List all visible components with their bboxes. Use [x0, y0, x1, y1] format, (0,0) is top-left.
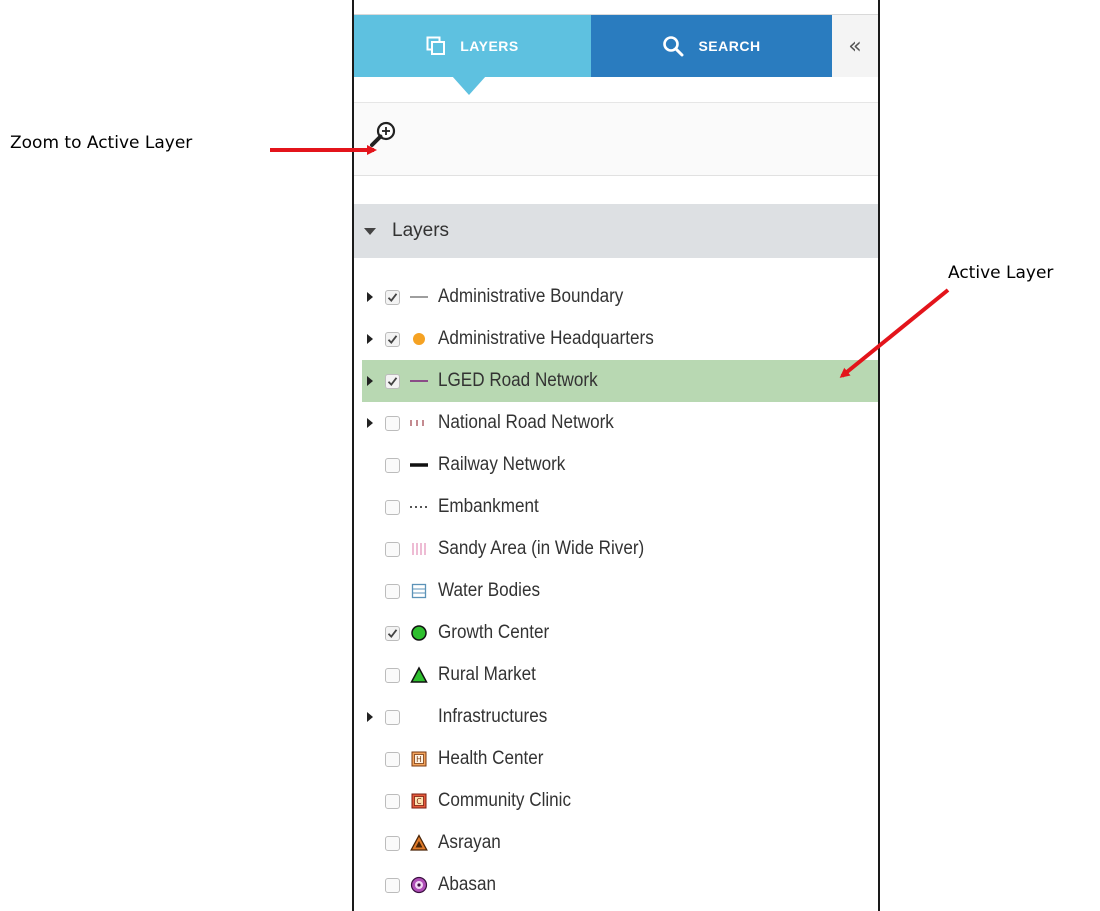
- symbol-spacer: [406, 696, 432, 738]
- layer-label: Sandy Area (in Wide River): [438, 538, 645, 559]
- layers-section-header[interactable]: Layers: [354, 204, 878, 258]
- layer-checkbox[interactable]: [385, 457, 400, 473]
- search-icon: [662, 35, 684, 57]
- layer-label: Health Center: [438, 748, 544, 769]
- layer-label: National Road Network: [438, 412, 614, 433]
- tab-layers-label: LAYERS: [460, 38, 519, 54]
- pink-hatch-icon: [406, 528, 432, 570]
- layer-list: Administrative Boundary Administrative He…: [354, 276, 878, 906]
- layer-toolbar: [354, 102, 878, 176]
- layer-checkbox[interactable]: [385, 877, 400, 893]
- expand-arrow-icon[interactable]: [354, 276, 380, 318]
- expander-spacer: [354, 570, 380, 612]
- tab-search[interactable]: SEARCH: [591, 15, 832, 77]
- layer-checkbox[interactable]: [385, 667, 400, 683]
- expander-spacer: [354, 654, 380, 696]
- layer-checkbox[interactable]: [385, 835, 400, 851]
- layer-label: Water Bodies: [438, 580, 541, 601]
- layer-row[interactable]: H Health Center: [354, 738, 878, 780]
- expander-spacer: [354, 780, 380, 822]
- active-layer-annotation-label: Active Layer: [948, 263, 1054, 283]
- tab-bar: LAYERS SEARCH «: [354, 14, 878, 77]
- expander-spacer: [354, 822, 380, 864]
- expander-spacer: [354, 444, 380, 486]
- layer-label: Infrastructures: [438, 706, 548, 727]
- layer-row[interactable]: Embankment: [354, 486, 878, 528]
- dotted-line-icon: [406, 486, 432, 528]
- layer-label: LGED Road Network: [438, 370, 598, 391]
- gray-line-icon: [406, 276, 432, 318]
- expand-arrow-icon[interactable]: [354, 360, 380, 402]
- green-triangle-icon: [406, 654, 432, 696]
- layer-label: Administrative Boundary: [438, 286, 624, 307]
- tab-search-label: SEARCH: [698, 38, 761, 54]
- collapse-panel-button[interactable]: «: [832, 15, 878, 77]
- layer-checkbox[interactable]: [385, 709, 400, 725]
- layer-row[interactable]: Abasan: [354, 864, 878, 906]
- layer-checkbox[interactable]: [385, 793, 400, 809]
- layer-label: Railway Network: [438, 454, 566, 475]
- dashed-line-icon: [406, 402, 432, 444]
- layers-icon: [426, 36, 446, 56]
- purple-line-icon: [406, 360, 432, 402]
- expander-spacer: [354, 738, 380, 780]
- layer-panel: LAYERS SEARCH « Layers Administrative Bo…: [352, 0, 880, 911]
- expander-spacer: [354, 528, 380, 570]
- svg-text:C: C: [416, 797, 421, 806]
- layer-checkbox[interactable]: [385, 625, 400, 641]
- layer-row[interactable]: Water Bodies: [354, 570, 878, 612]
- svg-text:H: H: [416, 755, 422, 764]
- layer-checkbox[interactable]: [385, 499, 400, 515]
- layer-checkbox[interactable]: [385, 751, 400, 767]
- zoom-to-active-layer-button[interactable]: [364, 117, 400, 153]
- active-tab-pointer: [452, 76, 486, 95]
- abasan-circle-icon: [406, 864, 432, 906]
- expander-spacer: [354, 612, 380, 654]
- green-circle-icon: [406, 612, 432, 654]
- asrayan-triangle-icon: [406, 822, 432, 864]
- layer-checkbox[interactable]: [385, 415, 400, 431]
- layer-row[interactable]: Administrative Headquarters: [354, 318, 878, 360]
- layer-checkbox[interactable]: [385, 373, 400, 389]
- zoom-in-icon: [370, 121, 396, 147]
- orange-dot-icon: [406, 318, 432, 360]
- expander-spacer: [354, 486, 380, 528]
- layer-label: Rural Market: [438, 664, 536, 685]
- tab-layers[interactable]: LAYERS: [354, 15, 591, 77]
- expand-arrow-icon[interactable]: [354, 696, 380, 738]
- layer-row[interactable]: Rural Market: [354, 654, 878, 696]
- water-box-icon: [406, 570, 432, 612]
- layer-row[interactable]: Infrastructures: [354, 696, 878, 738]
- layer-checkbox[interactable]: [385, 541, 400, 557]
- health-h-icon: H: [406, 738, 432, 780]
- expander-spacer: [354, 864, 380, 906]
- layer-label: Administrative Headquarters: [438, 328, 654, 349]
- layer-checkbox[interactable]: [385, 289, 400, 305]
- layer-label: Community Clinic: [438, 790, 572, 811]
- collapse-caret-icon: [364, 227, 376, 235]
- expand-arrow-icon[interactable]: [354, 318, 380, 360]
- layer-row-active[interactable]: LGED Road Network: [362, 360, 878, 402]
- zoom-annotation-label: Zoom to Active Layer: [10, 133, 193, 153]
- layer-label: Abasan: [438, 874, 497, 895]
- layer-checkbox[interactable]: [385, 331, 400, 347]
- layer-row[interactable]: Sandy Area (in Wide River): [354, 528, 878, 570]
- layer-row[interactable]: Administrative Boundary: [354, 276, 878, 318]
- layers-section-title: Layers: [392, 220, 450, 241]
- layer-label: Growth Center: [438, 622, 550, 643]
- layer-label: Asrayan: [438, 832, 501, 853]
- layer-row[interactable]: C Community Clinic: [354, 780, 878, 822]
- clinic-c-icon: C: [406, 780, 432, 822]
- layer-row[interactable]: Asrayan: [354, 822, 878, 864]
- layer-row[interactable]: National Road Network: [354, 402, 878, 444]
- layer-row[interactable]: Railway Network: [354, 444, 878, 486]
- layer-checkbox[interactable]: [385, 583, 400, 599]
- layer-row[interactable]: Growth Center: [354, 612, 878, 654]
- black-thick-line-icon: [406, 444, 432, 486]
- layer-label: Embankment: [438, 496, 539, 517]
- expand-arrow-icon[interactable]: [354, 402, 380, 444]
